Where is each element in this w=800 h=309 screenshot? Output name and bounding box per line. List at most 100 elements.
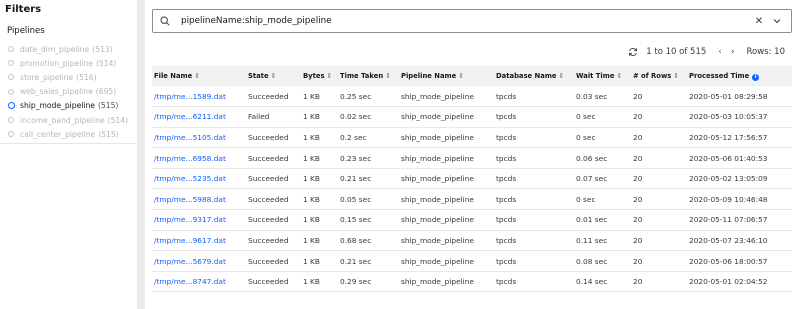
file-name-cell[interactable]: /tmp/me...9317.dat: [152, 210, 246, 231]
column-header-label: Pipeline Name: [401, 72, 457, 80]
info-icon[interactable]: i: [752, 73, 760, 81]
pipeline-filter-count: (514): [107, 115, 129, 125]
close-icon[interactable]: ✕: [753, 16, 765, 27]
chevron-down-icon[interactable]: [771, 18, 783, 24]
table-row[interactable]: /tmp/me...6211.dat Failed 1 KB 0.02 sec ship…: [152, 107, 792, 128]
table-row[interactable]: /tmp/me...8747.dat Succeeded 1 KB 0.29 sec s…: [152, 271, 792, 292]
column-header-label: Wait Time: [576, 72, 615, 80]
table-cell: 2020-05-06 18:00:57: [689, 256, 768, 266]
file-name-cell[interactable]: /tmp/me...5105.dat: [152, 127, 246, 148]
pipeline-filter-label: ship_mode_pipeline: [20, 101, 95, 111]
sort-icon[interactable]: ⇕: [385, 72, 391, 80]
file-name-link[interactable]: /tmp/me...5988.dat: [154, 195, 226, 204]
column-header-label: Database Name: [496, 72, 557, 80]
sort-icon[interactable]: ⇕: [673, 72, 679, 80]
file-name-link[interactable]: /tmp/me...6958.dat: [154, 154, 226, 163]
table-cell: 2020-05-03 10:05:37: [689, 112, 768, 122]
file-name-link[interactable]: /tmp/me...5235.dat: [154, 174, 226, 183]
file-name-link[interactable]: /tmp/me...5679.dat: [154, 257, 226, 266]
table-cell: 20: [633, 194, 643, 204]
previous-page-button[interactable]: ‹: [718, 47, 722, 57]
pipeline-filter-promotion-pipeline[interactable]: promotion_pipeline (514): [8, 56, 136, 70]
radio-icon[interactable]: [8, 60, 14, 67]
file-name-cell[interactable]: /tmp/me...6958.dat: [152, 148, 246, 169]
table-row[interactable]: /tmp/me...5988.dat Succeeded 1 KB 0.05 sec s…: [152, 189, 792, 210]
table-cell: 20: [633, 153, 643, 163]
table-cell: 2020-05-02 13:05:09: [689, 174, 768, 184]
sort-icon[interactable]: ⇕: [559, 72, 565, 80]
pipeline-filter-income-band-pipeline[interactable]: income_band_pipeline (514): [8, 113, 136, 127]
pipeline-filter-ship-mode-pipeline[interactable]: ship_mode_pipeline (515): [7, 99, 136, 113]
file-name-link[interactable]: /tmp/me...8747.dat: [154, 277, 226, 286]
column-header-pipeline-name[interactable]: Pipeline Name ⇕: [399, 66, 494, 86]
sort-icon[interactable]: ⇕: [194, 72, 200, 80]
column-header-state[interactable]: State ⇕: [246, 66, 301, 86]
sort-icon[interactable]: ⇕: [327, 72, 333, 80]
radio-icon[interactable]: [8, 46, 14, 53]
table-cell: 0 sec: [576, 194, 596, 204]
rows-per-page-select[interactable]: Rows: 10: [747, 47, 786, 57]
pipeline-filter-store-pipeline[interactable]: store_pipeline (516): [8, 70, 136, 84]
file-name-cell[interactable]: /tmp/me...8747.dat: [152, 271, 246, 292]
file-name-link[interactable]: /tmp/me...6211.dat: [154, 112, 226, 121]
radio-icon[interactable]: [8, 117, 14, 124]
table-cell: ship_mode_pipeline: [401, 215, 474, 225]
column-header-label: File Name: [154, 72, 193, 80]
table-cell: 1 KB: [303, 174, 320, 184]
table-row[interactable]: /tmp/me...5235.dat Succeeded 1 KB 0.21 sec s…: [152, 168, 792, 189]
sort-icon[interactable]: ⇕: [271, 72, 277, 80]
column-header-file-name[interactable]: File Name ⇕: [152, 66, 246, 86]
column-header-processed-time[interactable]: Processed Time i: [687, 66, 792, 86]
table-cell: 20: [633, 235, 643, 245]
table-row[interactable]: /tmp/me...1589.dat Succeeded 1 KB 0.25 sec s…: [152, 86, 792, 107]
table-row[interactable]: /tmp/me...5105.dat Succeeded 1 KB 0.2 sec sh…: [152, 127, 792, 148]
file-name-link[interactable]: /tmp/me...9617.dat: [154, 236, 226, 245]
file-name-cell[interactable]: /tmp/me...5988.dat: [152, 189, 246, 210]
filters-sidebar: Filters Pipelines date_dim_pipeline (513)…: [0, 0, 137, 309]
table-cell: ship_mode_pipeline: [401, 194, 474, 204]
pipeline-filter-call-center-pipeline[interactable]: call_center_pipeline (515): [8, 127, 136, 141]
column-header-label: # of Rows: [633, 72, 672, 80]
column-header-wait-time[interactable]: Wait Time ⇕: [574, 66, 631, 86]
sort-icon[interactable]: ⇕: [458, 72, 464, 80]
table-cell: Succeeded: [248, 91, 289, 101]
refresh-icon[interactable]: [628, 47, 638, 57]
table-row[interactable]: /tmp/me...6958.dat Succeeded 1 KB 0.23 sec s…: [152, 148, 792, 169]
file-name-cell[interactable]: /tmp/me...6211.dat: [152, 107, 246, 128]
file-name-cell[interactable]: /tmp/me...9617.dat: [152, 230, 246, 251]
radio-icon[interactable]: [8, 131, 14, 138]
pipeline-filter-date-dim-pipeline[interactable]: date_dim_pipeline (513): [8, 42, 136, 56]
table-row[interactable]: /tmp/me...9617.dat Succeeded 1 KB 0.68 sec s…: [152, 230, 792, 251]
column-header-of-rows[interactable]: # of Rows ⇕: [631, 66, 687, 86]
sort-icon[interactable]: ⇕: [616, 72, 622, 80]
file-name-cell[interactable]: /tmp/me...1589.dat: [152, 86, 246, 107]
table-cell: 2020-05-12 17:56:57: [689, 132, 768, 142]
pipeline-filter-count: (516): [76, 72, 97, 82]
column-header-time-taken[interactable]: Time Taken ⇕: [338, 66, 399, 86]
radio-icon[interactable]: [8, 88, 14, 95]
table-cell: tpcds: [496, 91, 517, 101]
search-query-text[interactable]: pipelineName:ship_mode_pipeline: [181, 16, 753, 26]
pagination: 1 to 10 of 515 ‹ › Rows: 10: [628, 45, 785, 59]
table-row[interactable]: /tmp/me...9317.dat Succeeded 1 KB 0.15 sec s…: [152, 210, 792, 231]
search-input[interactable]: pipelineName:ship_mode_pipeline ✕: [152, 9, 792, 33]
file-name-cell[interactable]: /tmp/me...5679.dat: [152, 251, 246, 272]
file-name-cell[interactable]: /tmp/me...5235.dat: [152, 168, 246, 189]
column-header-bytes[interactable]: Bytes ⇕: [301, 66, 338, 86]
file-name-link[interactable]: /tmp/me...9317.dat: [154, 215, 226, 224]
file-name-link[interactable]: /tmp/me...5105.dat: [154, 133, 226, 142]
pipeline-filter-label: call_center_pipeline: [20, 129, 96, 139]
radio-icon[interactable]: [8, 74, 14, 81]
next-page-button[interactable]: ›: [731, 47, 735, 57]
column-header-database-name[interactable]: Database Name ⇕: [494, 66, 574, 86]
table-cell: 0.14 sec: [576, 277, 608, 287]
file-name-link[interactable]: /tmp/me...1589.dat: [154, 92, 226, 101]
table-cell: 1 KB: [303, 235, 320, 245]
pipeline-filter-web-sales-pipeline[interactable]: web_sales_pipeline (695): [8, 85, 136, 99]
table-row[interactable]: /tmp/me...5679.dat Succeeded 1 KB 0.21 sec s…: [152, 251, 792, 272]
table-cell: 0 sec: [576, 112, 596, 122]
table-cell: 2020-05-01 08:29:58: [689, 91, 768, 101]
table-cell: Succeeded: [248, 235, 289, 245]
table-cell: 0.05 sec: [340, 194, 372, 204]
radio-selected-icon[interactable]: [7, 102, 15, 110]
